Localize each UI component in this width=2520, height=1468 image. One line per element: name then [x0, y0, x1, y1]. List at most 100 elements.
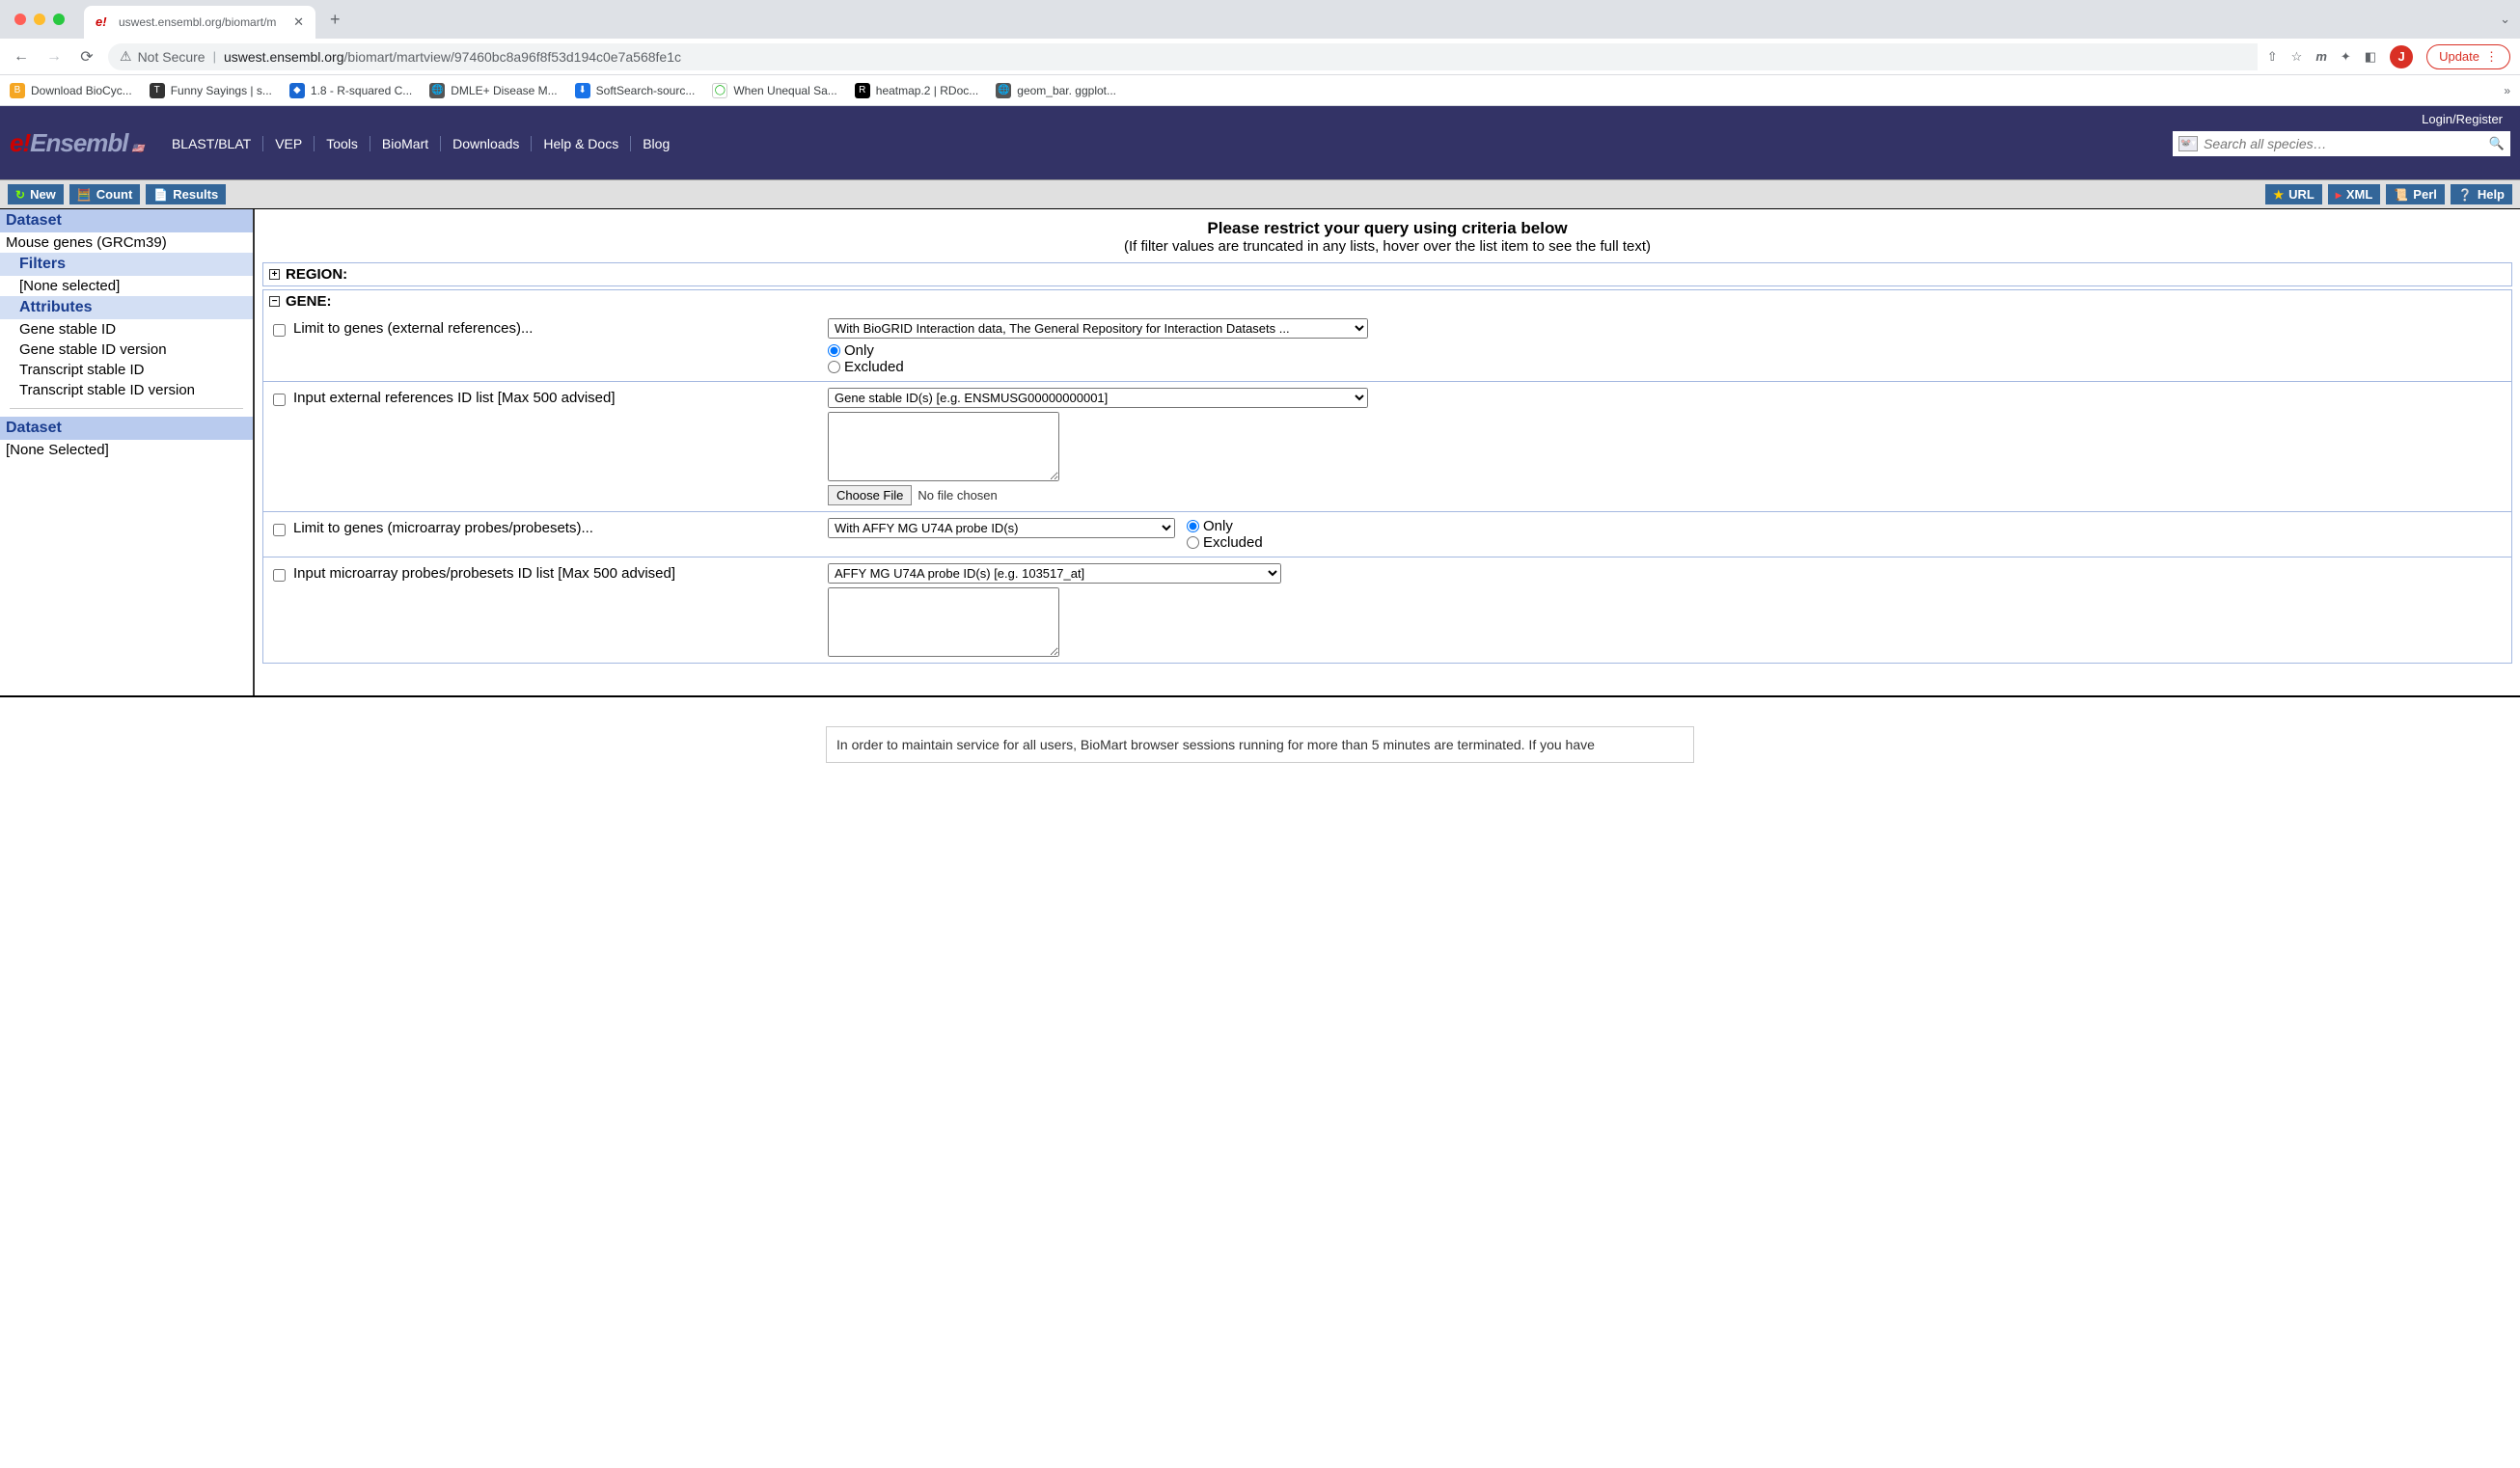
- star-icon: ★: [2273, 188, 2284, 202]
- content-heading: Please restrict your query using criteri…: [262, 215, 2512, 238]
- browser-chrome: e! uswest.ensembl.org/biomart/m ✕ + ⌄ ← …: [0, 0, 2520, 106]
- nav-tools[interactable]: Tools: [315, 136, 370, 151]
- count-button[interactable]: 🧮Count: [69, 184, 141, 204]
- nav-help[interactable]: Help & Docs: [532, 136, 631, 151]
- input-external-textarea[interactable]: [828, 412, 1059, 481]
- url-text: uswest.ensembl.org/biomart/martview/9746…: [224, 49, 681, 65]
- header-gap: [0, 166, 2520, 179]
- only-radio-label[interactable]: Only: [1187, 518, 1263, 534]
- search-input[interactable]: [2204, 136, 2483, 151]
- tabs-menu-icon[interactable]: ⌄: [2500, 12, 2510, 27]
- update-button[interactable]: Update ⋮: [2426, 44, 2510, 69]
- extension-m-icon[interactable]: m: [2315, 49, 2327, 64]
- collapse-icon: −: [269, 296, 280, 307]
- sidebar-attr-item: Transcript stable ID version: [0, 380, 253, 400]
- sidepanel-icon[interactable]: ◧: [2365, 49, 2376, 65]
- excluded-radio[interactable]: [1187, 536, 1199, 549]
- section-gene-header[interactable]: − GENE:: [263, 290, 2511, 313]
- forward-button[interactable]: →: [42, 45, 66, 68]
- filter-input-external: Input external references ID list [Max 5…: [263, 382, 2511, 512]
- sidebar-dataset-header[interactable]: Dataset: [0, 209, 253, 232]
- input-external-select[interactable]: Gene stable ID(s) [e.g. ENSMUSG000000000…: [828, 388, 1368, 408]
- sidebar-dataset2-header[interactable]: Dataset: [0, 417, 253, 440]
- reload-button[interactable]: ⟳: [75, 45, 98, 68]
- sidebar-dataset2-value[interactable]: [None Selected]: [0, 440, 253, 460]
- share-icon[interactable]: ⇧: [2267, 49, 2278, 65]
- nav-blog[interactable]: Blog: [631, 136, 681, 151]
- extensions-icon[interactable]: ✦: [2341, 49, 2351, 65]
- sidebar-attr-item: Gene stable ID: [0, 319, 253, 340]
- us-flag-icon: 🇺🇸: [132, 144, 143, 154]
- bookmark-item[interactable]: ◆1.8 - R-squared C...: [289, 83, 412, 98]
- sidebar-filters-value: [None selected]: [0, 276, 253, 296]
- filter-label: Input microarray probes/probesets ID lis…: [293, 565, 675, 582]
- profile-avatar[interactable]: J: [2390, 45, 2413, 68]
- section-region-header[interactable]: + REGION:: [263, 263, 2511, 285]
- bookmark-item[interactable]: 🌐DMLE+ Disease M...: [429, 83, 557, 98]
- close-window-btn[interactable]: [14, 14, 26, 25]
- ensembl-logo[interactable]: e!Ensembl🇺🇸: [10, 128, 143, 158]
- sidebar-filters-header[interactable]: Filters: [0, 253, 253, 276]
- bookmark-star-icon[interactable]: ☆: [2291, 49, 2303, 65]
- perl-icon: 📜: [2394, 188, 2408, 202]
- new-tab-button[interactable]: +: [330, 10, 341, 30]
- species-selector-icon[interactable]: 🐭▾: [2178, 136, 2198, 151]
- limit-microarray-checkbox[interactable]: [273, 524, 286, 536]
- security-indicator[interactable]: ⚠ Not Secure: [120, 48, 205, 65]
- bookmark-item[interactable]: BDownload BioCyc...: [10, 83, 132, 98]
- help-icon: ❔: [2458, 188, 2473, 202]
- main-layout: Dataset Mouse genes (GRCm39) Filters [No…: [0, 209, 2520, 697]
- tab-favicon: e!: [96, 14, 111, 30]
- biomart-toolbar: ↻New 🧮Count 📄Results ★URL ▸XML 📜Perl ❔He…: [0, 179, 2520, 209]
- maximize-window-btn[interactable]: [53, 14, 65, 25]
- species-search: 🐭▾ 🔍: [2173, 131, 2510, 156]
- back-button[interactable]: ←: [10, 45, 33, 68]
- only-radio[interactable]: [1187, 520, 1199, 532]
- content-area: Please restrict your query using criteri…: [255, 209, 2520, 695]
- filter-limit-external: Limit to genes (external references)... …: [263, 313, 2511, 382]
- expand-icon: +: [269, 269, 280, 280]
- sidebar-attributes-header[interactable]: Attributes: [0, 296, 253, 319]
- sidebar-attr-item: Gene stable ID version: [0, 340, 253, 360]
- bookmarks-overflow-icon[interactable]: »: [2504, 84, 2510, 97]
- nav-downloads[interactable]: Downloads: [441, 136, 532, 151]
- excluded-radio-label[interactable]: Excluded: [828, 359, 904, 375]
- limit-external-select[interactable]: With BioGRID Interaction data, The Gener…: [828, 318, 1368, 339]
- close-tab-icon[interactable]: ✕: [293, 14, 304, 30]
- bookmark-item[interactable]: 🌐geom_bar. ggplot...: [996, 83, 1116, 98]
- toolbar-icons: ⇧ ☆ m ✦ ◧ J Update ⋮: [2267, 44, 2510, 69]
- url-field[interactable]: ⚠ Not Secure | uswest.ensembl.org/biomar…: [108, 43, 2258, 70]
- excluded-radio-label[interactable]: Excluded: [1187, 534, 1263, 551]
- browser-tab[interactable]: e! uswest.ensembl.org/biomart/m ✕: [84, 6, 315, 39]
- only-radio[interactable]: [828, 344, 840, 357]
- login-link[interactable]: Login/Register: [2422, 112, 2503, 126]
- perl-button[interactable]: 📜Perl: [2386, 184, 2445, 204]
- url-button[interactable]: ★URL: [2265, 184, 2321, 204]
- minimize-window-btn[interactable]: [34, 14, 45, 25]
- limit-microarray-select[interactable]: With AFFY MG U74A probe ID(s): [828, 518, 1175, 538]
- new-button[interactable]: ↻New: [8, 184, 64, 204]
- input-microarray-textarea[interactable]: [828, 587, 1059, 657]
- bookmark-item[interactable]: Rheatmap.2 | RDoc...: [855, 83, 979, 98]
- bookmark-item[interactable]: ◯When Unequal Sa...: [712, 83, 836, 98]
- filter-label: Input external references ID list [Max 5…: [293, 390, 616, 406]
- count-icon: 🧮: [77, 188, 92, 202]
- only-radio-label[interactable]: Only: [828, 342, 904, 359]
- bookmark-item[interactable]: ⬇SoftSearch-sourc...: [575, 83, 696, 98]
- xml-button[interactable]: ▸XML: [2328, 184, 2380, 204]
- input-microarray-checkbox[interactable]: [273, 569, 286, 582]
- nav-biomart[interactable]: BioMart: [370, 136, 441, 151]
- bookmark-item[interactable]: TFunny Sayings | s...: [150, 83, 272, 98]
- nav-vep[interactable]: VEP: [263, 136, 315, 151]
- help-button[interactable]: ❔Help: [2451, 184, 2512, 204]
- sidebar-dataset-value[interactable]: Mouse genes (GRCm39): [0, 232, 253, 253]
- limit-external-checkbox[interactable]: [273, 324, 286, 337]
- excluded-radio[interactable]: [828, 361, 840, 373]
- results-button[interactable]: 📄Results: [146, 184, 226, 204]
- search-icon[interactable]: 🔍: [2489, 136, 2505, 151]
- input-microarray-select[interactable]: AFFY MG U74A probe ID(s) [e.g. 103517_at…: [828, 563, 1281, 584]
- choose-file-button[interactable]: Choose File: [828, 485, 912, 505]
- nav-blast[interactable]: BLAST/BLAT: [160, 136, 263, 151]
- sidebar: Dataset Mouse genes (GRCm39) Filters [No…: [0, 209, 255, 695]
- input-external-checkbox[interactable]: [273, 394, 286, 406]
